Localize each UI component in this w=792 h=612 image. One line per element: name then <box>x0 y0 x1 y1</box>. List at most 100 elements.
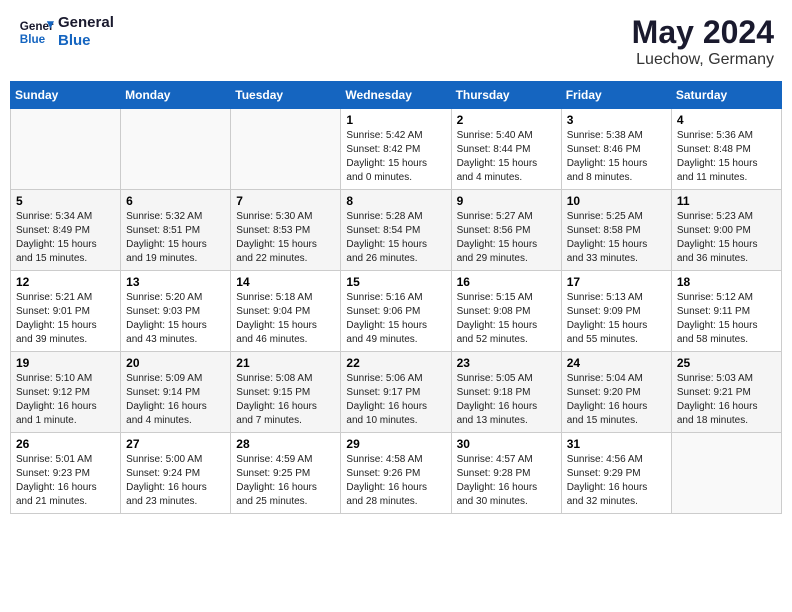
calendar-cell: 20 Sunrise: 5:09 AM Sunset: 9:14 PM Dayli… <box>121 352 231 433</box>
day-info: Sunrise: 5:25 AM Sunset: 8:58 PM Dayligh… <box>567 210 666 266</box>
weekday-header-sunday: Sunday <box>11 82 121 109</box>
day-info: Sunrise: 5:04 AM Sunset: 9:20 PM Dayligh… <box>567 372 666 428</box>
day-number: 12 <box>16 275 115 289</box>
day-info: Sunrise: 5:01 AM Sunset: 9:23 PM Dayligh… <box>16 453 115 509</box>
calendar-cell: 24 Sunrise: 5:04 AM Sunset: 9:20 PM Dayli… <box>561 352 671 433</box>
day-info: Sunrise: 5:32 AM Sunset: 8:51 PM Dayligh… <box>126 210 225 266</box>
day-number: 19 <box>16 356 115 370</box>
calendar-cell: 5Sunrise: 5:34 AM Sunset: 8:49 PM Daylig… <box>11 190 121 271</box>
day-number: 6 <box>126 194 225 208</box>
day-number: 4 <box>677 113 776 127</box>
calendar-cell: 3Sunrise: 5:38 AM Sunset: 8:46 PM Daylig… <box>561 109 671 190</box>
day-number: 26 <box>16 437 115 451</box>
day-info: Sunrise: 5:30 AM Sunset: 8:53 PM Dayligh… <box>236 210 335 266</box>
location-title: Luechow, Germany <box>632 51 774 69</box>
calendar-cell: 18 Sunrise: 5:12 AM Sunset: 9:11 PM Dayli… <box>671 271 781 352</box>
day-number: 11 <box>677 194 776 208</box>
weekday-header-row: SundayMondayTuesdayWednesdayThursdayFrid… <box>11 82 782 109</box>
calendar-cell: 28Sunrise: 4:59 AM Sunset: 9:25 PM Dayli… <box>231 433 341 514</box>
calendar-cell: 16 Sunrise: 5:15 AM Sunset: 9:08 PM Dayli… <box>451 271 561 352</box>
day-info: Sunrise: 5:28 AM Sunset: 8:54 PM Dayligh… <box>346 210 445 266</box>
calendar-cell: 14 Sunrise: 5:18 AM Sunset: 9:04 PM Dayli… <box>231 271 341 352</box>
day-number: 27 <box>126 437 225 451</box>
weekday-header-saturday: Saturday <box>671 82 781 109</box>
calendar-cell: 12 Sunrise: 5:21 AM Sunset: 9:01 PM Dayli… <box>11 271 121 352</box>
calendar-cell: 6 Sunrise: 5:32 AM Sunset: 8:51 PM Daylig… <box>121 190 231 271</box>
calendar-week-row: 19 Sunrise: 5:10 AM Sunset: 9:12 PM Dayli… <box>11 352 782 433</box>
calendar-cell: 1Sunrise: 5:42 AM Sunset: 8:42 PM Daylig… <box>341 109 451 190</box>
day-number: 18 <box>677 275 776 289</box>
day-info: Sunrise: 5:13 AM Sunset: 9:09 PM Dayligh… <box>567 291 666 347</box>
day-info: Sunrise: 5:03 AM Sunset: 9:21 PM Dayligh… <box>677 372 776 428</box>
day-info: Sunrise: 5:20 AM Sunset: 9:03 PM Dayligh… <box>126 291 225 347</box>
day-info: Sunrise: 5:08 AM Sunset: 9:15 PM Dayligh… <box>236 372 335 428</box>
day-info: Sunrise: 5:36 AM Sunset: 8:48 PM Dayligh… <box>677 129 776 185</box>
day-info: Sunrise: 5:40 AM Sunset: 8:44 PM Dayligh… <box>457 129 556 185</box>
day-number: 5 <box>16 194 115 208</box>
calendar-week-row: 5Sunrise: 5:34 AM Sunset: 8:49 PM Daylig… <box>11 190 782 271</box>
calendar-cell: 9Sunrise: 5:27 AM Sunset: 8:56 PM Daylig… <box>451 190 561 271</box>
calendar-week-row: 1Sunrise: 5:42 AM Sunset: 8:42 PM Daylig… <box>11 109 782 190</box>
day-number: 29 <box>346 437 445 451</box>
day-number: 15 <box>346 275 445 289</box>
day-number: 10 <box>567 194 666 208</box>
day-info: Sunrise: 5:21 AM Sunset: 9:01 PM Dayligh… <box>16 291 115 347</box>
day-info: Sunrise: 5:18 AM Sunset: 9:04 PM Dayligh… <box>236 291 335 347</box>
day-number: 1 <box>346 113 445 127</box>
weekday-header-friday: Friday <box>561 82 671 109</box>
title-block: May 2024 Luechow, Germany <box>632 14 774 69</box>
weekday-header-tuesday: Tuesday <box>231 82 341 109</box>
weekday-header-wednesday: Wednesday <box>341 82 451 109</box>
day-number: 13 <box>126 275 225 289</box>
page-header: General Blue General Blue May 2024 Luech… <box>10 10 782 73</box>
day-number: 25 <box>677 356 776 370</box>
day-number: 14 <box>236 275 335 289</box>
day-info: Sunrise: 5:12 AM Sunset: 9:11 PM Dayligh… <box>677 291 776 347</box>
calendar-cell: 31 Sunrise: 4:56 AM Sunset: 9:29 PM Dayli… <box>561 433 671 514</box>
day-number: 17 <box>567 275 666 289</box>
day-number: 28 <box>236 437 335 451</box>
day-info: Sunrise: 4:57 AM Sunset: 9:28 PM Dayligh… <box>457 453 556 509</box>
day-info: Sunrise: 5:00 AM Sunset: 9:24 PM Dayligh… <box>126 453 225 509</box>
day-number: 20 <box>126 356 225 370</box>
day-number: 22 <box>346 356 445 370</box>
day-info: Sunrise: 4:56 AM Sunset: 9:29 PM Dayligh… <box>567 453 666 509</box>
weekday-header-monday: Monday <box>121 82 231 109</box>
month-title: May 2024 <box>632 14 774 51</box>
calendar-cell <box>231 109 341 190</box>
svg-text:Blue: Blue <box>20 33 46 46</box>
calendar-cell: 7 Sunrise: 5:30 AM Sunset: 8:53 PM Daylig… <box>231 190 341 271</box>
calendar-cell: 19 Sunrise: 5:10 AM Sunset: 9:12 PM Dayli… <box>11 352 121 433</box>
calendar-cell <box>11 109 121 190</box>
day-number: 21 <box>236 356 335 370</box>
calendar-week-row: 12 Sunrise: 5:21 AM Sunset: 9:01 PM Dayli… <box>11 271 782 352</box>
calendar-cell: 30Sunrise: 4:57 AM Sunset: 9:28 PM Dayli… <box>451 433 561 514</box>
logo-icon: General Blue <box>18 14 54 50</box>
calendar-cell: 27 Sunrise: 5:00 AM Sunset: 9:24 PM Dayli… <box>121 433 231 514</box>
day-info: Sunrise: 5:10 AM Sunset: 9:12 PM Dayligh… <box>16 372 115 428</box>
day-info: Sunrise: 5:05 AM Sunset: 9:18 PM Dayligh… <box>457 372 556 428</box>
day-number: 9 <box>457 194 556 208</box>
day-number: 8 <box>346 194 445 208</box>
calendar-cell: 23 Sunrise: 5:05 AM Sunset: 9:18 PM Dayli… <box>451 352 561 433</box>
weekday-header-thursday: Thursday <box>451 82 561 109</box>
calendar-cell: 29Sunrise: 4:58 AM Sunset: 9:26 PM Dayli… <box>341 433 451 514</box>
calendar-cell: 8 Sunrise: 5:28 AM Sunset: 8:54 PM Daylig… <box>341 190 451 271</box>
day-info: Sunrise: 5:06 AM Sunset: 9:17 PM Dayligh… <box>346 372 445 428</box>
calendar-cell: 11Sunrise: 5:23 AM Sunset: 9:00 PM Dayli… <box>671 190 781 271</box>
day-number: 7 <box>236 194 335 208</box>
day-number: 16 <box>457 275 556 289</box>
calendar-cell: 2 Sunrise: 5:40 AM Sunset: 8:44 PM Daylig… <box>451 109 561 190</box>
calendar-cell <box>671 433 781 514</box>
day-number: 2 <box>457 113 556 127</box>
calendar-cell: 21 Sunrise: 5:08 AM Sunset: 9:15 PM Dayli… <box>231 352 341 433</box>
day-number: 24 <box>567 356 666 370</box>
logo: General Blue General Blue <box>18 14 114 50</box>
day-number: 31 <box>567 437 666 451</box>
day-info: Sunrise: 5:09 AM Sunset: 9:14 PM Dayligh… <box>126 372 225 428</box>
calendar-cell: 17 Sunrise: 5:13 AM Sunset: 9:09 PM Dayli… <box>561 271 671 352</box>
calendar-cell <box>121 109 231 190</box>
calendar-cell: 4 Sunrise: 5:36 AM Sunset: 8:48 PM Daylig… <box>671 109 781 190</box>
day-info: Sunrise: 5:15 AM Sunset: 9:08 PM Dayligh… <box>457 291 556 347</box>
day-number: 23 <box>457 356 556 370</box>
